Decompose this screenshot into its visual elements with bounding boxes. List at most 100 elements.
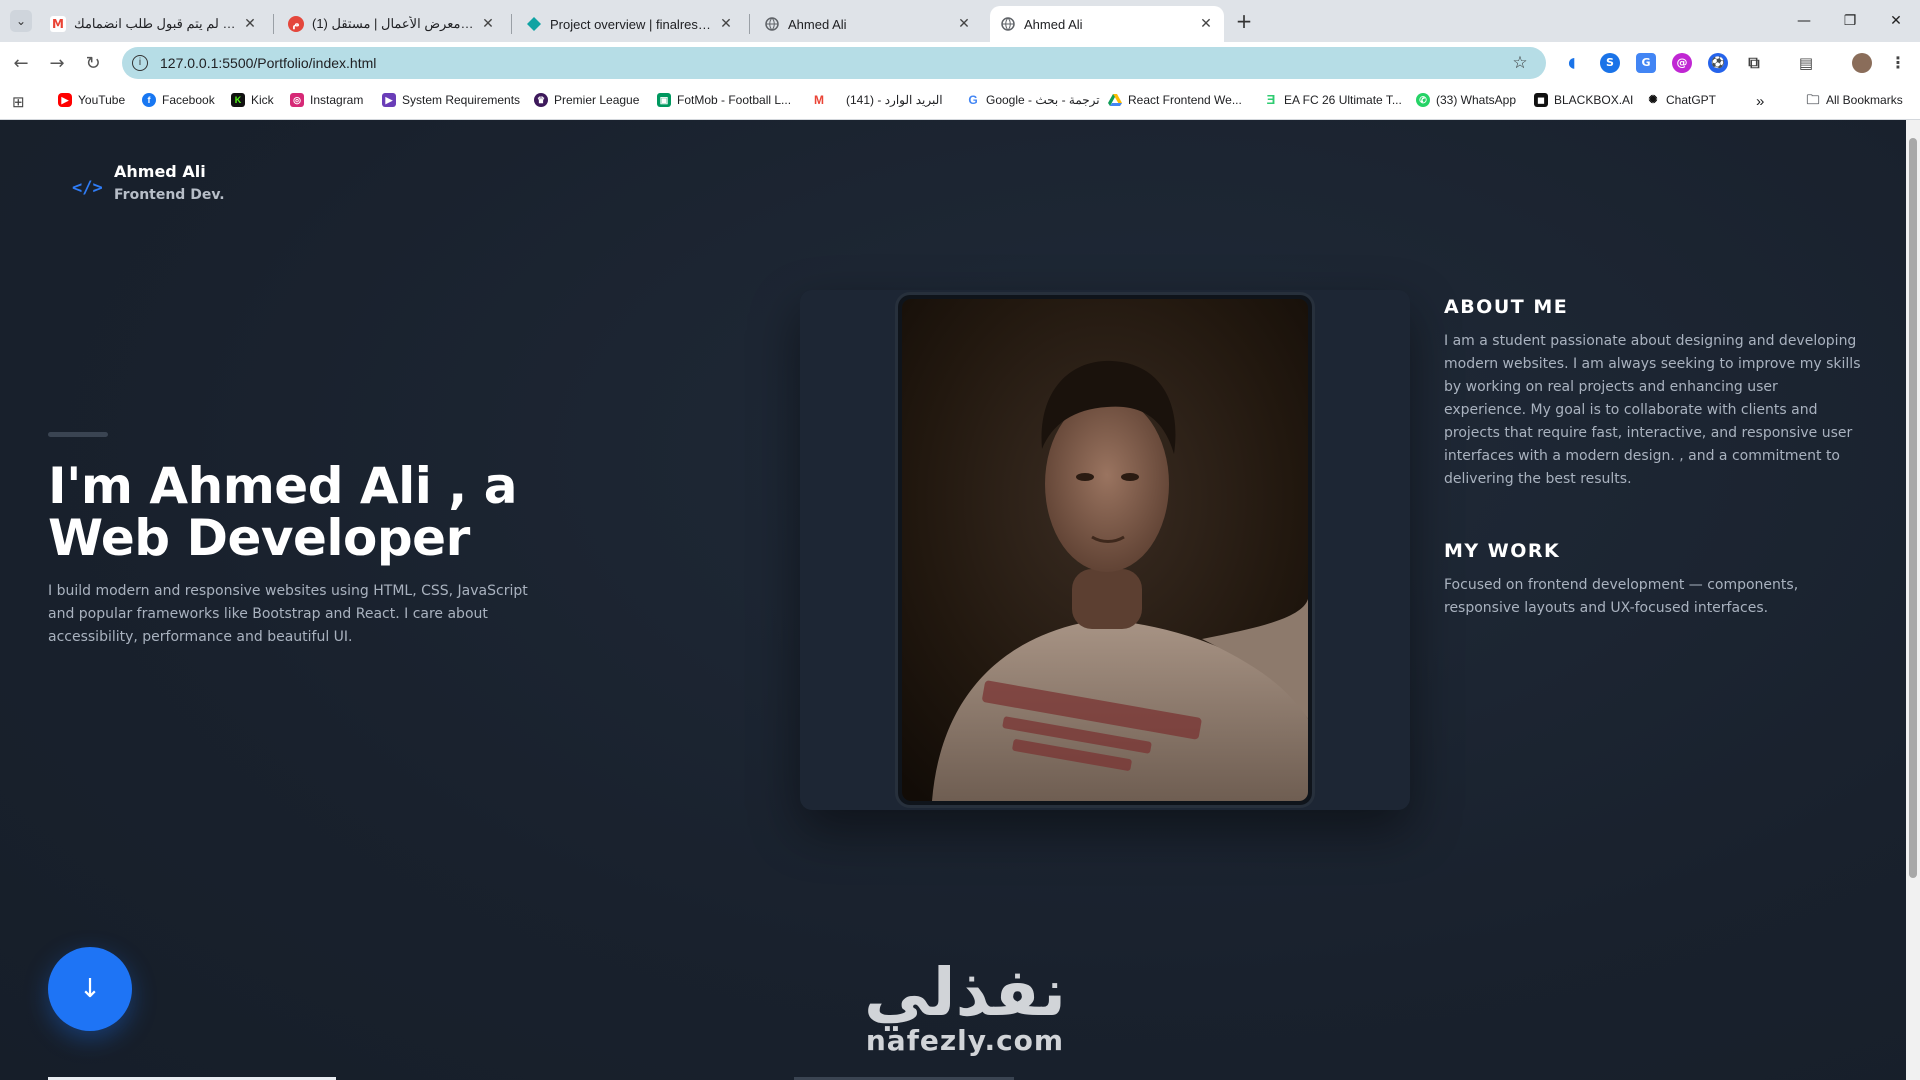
ea-fc-icon: Ǝ	[1266, 92, 1276, 107]
facebook-icon: f	[142, 93, 156, 107]
browser-chrome: ⌄ M لم يتم قبول طلب انضمامك - mail ✕ م (…	[0, 0, 1920, 120]
bookmark-google-translate[interactable]: G Google - ترجمة - بحث	[966, 93, 1100, 107]
tab-search-chevron-icon[interactable]: ⌄	[10, 10, 32, 32]
close-icon[interactable]: ✕	[1198, 16, 1214, 32]
code-brackets-icon: </>	[72, 177, 103, 198]
url-text[interactable]: 127.0.0.1:5500/Portfolio/index.html	[160, 55, 1508, 71]
read-aloud-extension-icon[interactable]: ◖	[1562, 53, 1582, 73]
hero-accent-line	[48, 432, 108, 437]
bookmark-chatgpt[interactable]: ✺ ChatGPT	[1646, 93, 1716, 107]
tab-separator	[511, 14, 512, 34]
bookmark-ea-fc[interactable]: Ǝ EA FC 26 Ultimate T...	[1264, 92, 1402, 108]
google-icon: G	[966, 93, 980, 107]
new-tab-button[interactable]: +	[1232, 10, 1256, 34]
profile-photo	[902, 299, 1308, 801]
tab-ahmed-ali-1[interactable]: Ahmed Ali ✕	[754, 6, 982, 42]
bookmark-inbox[interactable]: البريد الوارد - (141)	[846, 93, 943, 107]
brand-logo[interactable]: </> Ahmed Ali Frontend Dev.	[72, 162, 225, 203]
forward-arrow-icon[interactable]: →	[44, 51, 70, 77]
reload-icon[interactable]: ↻	[80, 51, 106, 77]
watermark-arabic-text: نفذلي	[864, 954, 1066, 1031]
premier-league-icon: ♛	[534, 93, 548, 107]
brand-role: Frontend Dev.	[114, 187, 225, 203]
reading-mode-icon[interactable]: ▤	[1796, 53, 1816, 73]
tab-mostaql[interactable]: م (1) إضافة معرض الأعمال | مستقل ✕	[278, 6, 506, 42]
bookmark-facebook[interactable]: f Facebook	[142, 93, 215, 107]
bookmark-react-frontend[interactable]: React Frontend We...	[1108, 93, 1242, 107]
more-bookmarks-chevron-icon[interactable]: »	[1756, 93, 1764, 110]
page-scrollbar[interactable]	[1906, 120, 1920, 1080]
minimize-icon[interactable]: —	[1784, 8, 1824, 34]
whatsapp-icon: ✆	[1416, 93, 1430, 107]
bookmark-blackbox[interactable]: ◼ BLACKBOX.AI	[1534, 93, 1633, 107]
hero-title-line-1: I'm Ahmed Ali , a	[48, 457, 517, 515]
bookmark-instagram[interactable]: ◎ Instagram	[290, 93, 363, 107]
profile-photo-card	[800, 290, 1410, 810]
chatgpt-icon: ✺	[1646, 93, 1660, 107]
close-icon[interactable]: ✕	[480, 16, 496, 32]
tab-gmail[interactable]: M لم يتم قبول طلب انضمامك - mail ✕	[40, 6, 268, 42]
address-bar[interactable]: i 127.0.0.1:5500/Portfolio/index.html ☆	[122, 47, 1546, 79]
tab-separator	[273, 14, 274, 34]
system-requirements-icon: ▶	[382, 93, 396, 107]
diamond-icon	[526, 16, 542, 32]
hero-title: I'm Ahmed Ali , a Web Developer	[48, 460, 568, 564]
brand-name: Ahmed Ali	[114, 162, 206, 181]
profile-avatar[interactable]	[1852, 53, 1872, 73]
bookmark-youtube[interactable]: ▶ YouTube	[58, 93, 125, 107]
tab-strip: ⌄ M لم يتم قبول طلب انضمامك - mail ✕ م (…	[0, 0, 1920, 42]
tab-separator	[749, 14, 750, 34]
kick-icon: K	[231, 93, 245, 107]
bookmark-fotmob[interactable]: ▣ FotMob - Football L...	[657, 93, 791, 107]
work-text: Focused on frontend development — compon…	[1444, 577, 1799, 616]
watermark-latin-text: nafezly.com	[865, 1024, 1065, 1057]
bookmark-star-icon[interactable]: ☆	[1508, 53, 1532, 73]
bookmark-gmail[interactable]: M	[812, 93, 832, 107]
purple-extension-icon[interactable]: @	[1672, 53, 1692, 73]
profile-photo-frame	[898, 295, 1312, 805]
blackbox-icon: ◼	[1534, 93, 1548, 107]
bookmarks-bar: ⊞ ▶ YouTube f Facebook K Kick ◎ Instagram ▶ S…	[0, 84, 1920, 120]
gmail-icon: M	[812, 93, 826, 107]
portfolio-page: </> Ahmed Ali Frontend Dev. I'm Ahmed Al…	[0, 120, 1906, 1080]
about-text: I am a student passionate about designin…	[1444, 333, 1861, 487]
all-bookmarks-folder[interactable]: 🗀 All Bookmarks	[1806, 92, 1902, 108]
tab-project-overview[interactable]: Project overview | finalresultt | ✕	[516, 6, 744, 42]
hero-title-line-2: Web Developer	[48, 509, 470, 567]
scrollbar-thumb[interactable]	[1909, 138, 1917, 878]
back-arrow-icon[interactable]: ←	[8, 51, 34, 77]
work-heading: MY WORK	[1444, 540, 1561, 562]
window-close-icon[interactable]: ✕	[1876, 8, 1916, 34]
bookmark-whatsapp[interactable]: ✆ (33) WhatsApp	[1416, 93, 1516, 107]
tab-ahmed-ali-active[interactable]: Ahmed Ali ✕	[990, 6, 1224, 42]
fotmob-icon: ▣	[657, 93, 671, 107]
bookmark-kick[interactable]: K Kick	[231, 93, 274, 107]
close-icon[interactable]: ✕	[956, 16, 972, 32]
bookmark-system-requirements[interactable]: ▶ System Requirements	[382, 93, 520, 107]
youtube-icon: ▶	[58, 93, 72, 107]
instagram-icon: ◎	[290, 93, 304, 107]
hero-description: I build modern and responsive websites u…	[48, 583, 528, 645]
gmail-icon: M	[50, 16, 66, 32]
apps-grid-icon[interactable]: ⊞	[12, 93, 25, 111]
google-drive-icon	[1108, 93, 1122, 107]
nafezly-watermark: نفذلي nafezly.com	[850, 960, 1080, 1056]
mostaql-icon: م	[288, 16, 304, 32]
extensions-puzzle-icon[interactable]: ⧉	[1744, 53, 1764, 73]
globe-icon	[1000, 16, 1016, 32]
close-icon[interactable]: ✕	[718, 16, 734, 32]
folder-icon: 🗀	[1806, 92, 1820, 107]
globe-icon	[764, 16, 780, 32]
site-info-icon[interactable]: i	[132, 55, 148, 71]
close-icon[interactable]: ✕	[242, 16, 258, 32]
scroll-down-button[interactable]: ↓	[48, 947, 132, 1031]
shazam-extension-icon[interactable]: S	[1600, 53, 1620, 73]
soccer-extension-icon[interactable]: ⚽	[1708, 53, 1728, 73]
restore-icon[interactable]: ❐	[1830, 8, 1870, 34]
browser-toolbar: ← → ↻ i 127.0.0.1:5500/Portfolio/index.h…	[0, 42, 1920, 84]
bookmark-premier-league[interactable]: ♛ Premier League	[534, 93, 639, 107]
translate-extension-icon[interactable]: G	[1636, 53, 1656, 73]
about-heading: ABOUT ME	[1444, 296, 1569, 318]
kebab-menu-icon[interactable]: ⋮	[1888, 53, 1908, 73]
arrow-down-icon: ↓	[79, 974, 101, 1004]
